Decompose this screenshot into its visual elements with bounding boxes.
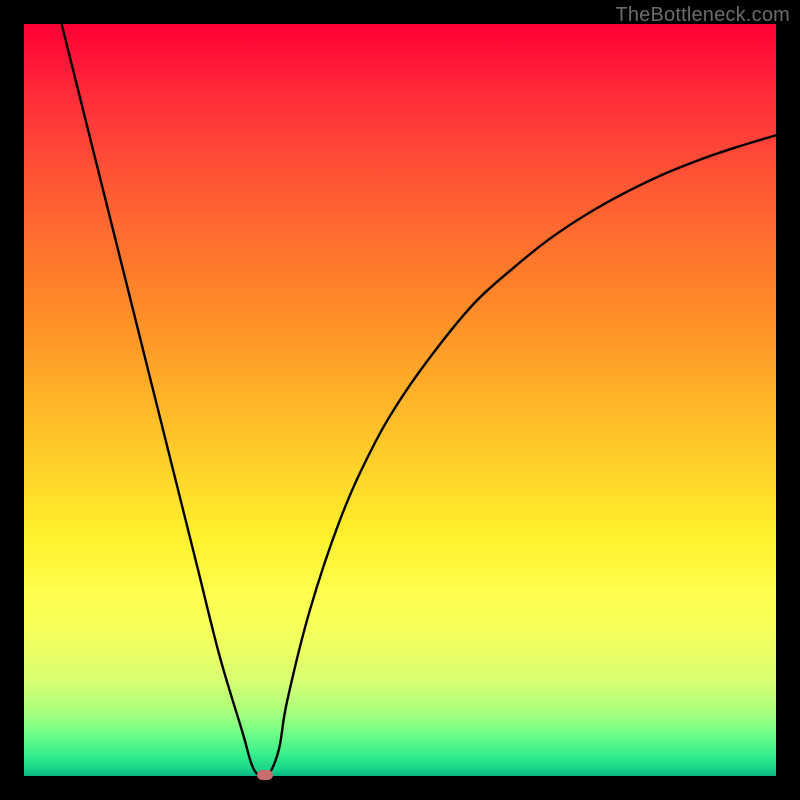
bottleneck-curve <box>24 24 776 776</box>
watermark-text: TheBottleneck.com <box>615 4 790 27</box>
chart-frame: TheBottleneck.com <box>0 0 800 800</box>
plot-area <box>24 24 776 776</box>
optimum-marker <box>257 770 273 780</box>
